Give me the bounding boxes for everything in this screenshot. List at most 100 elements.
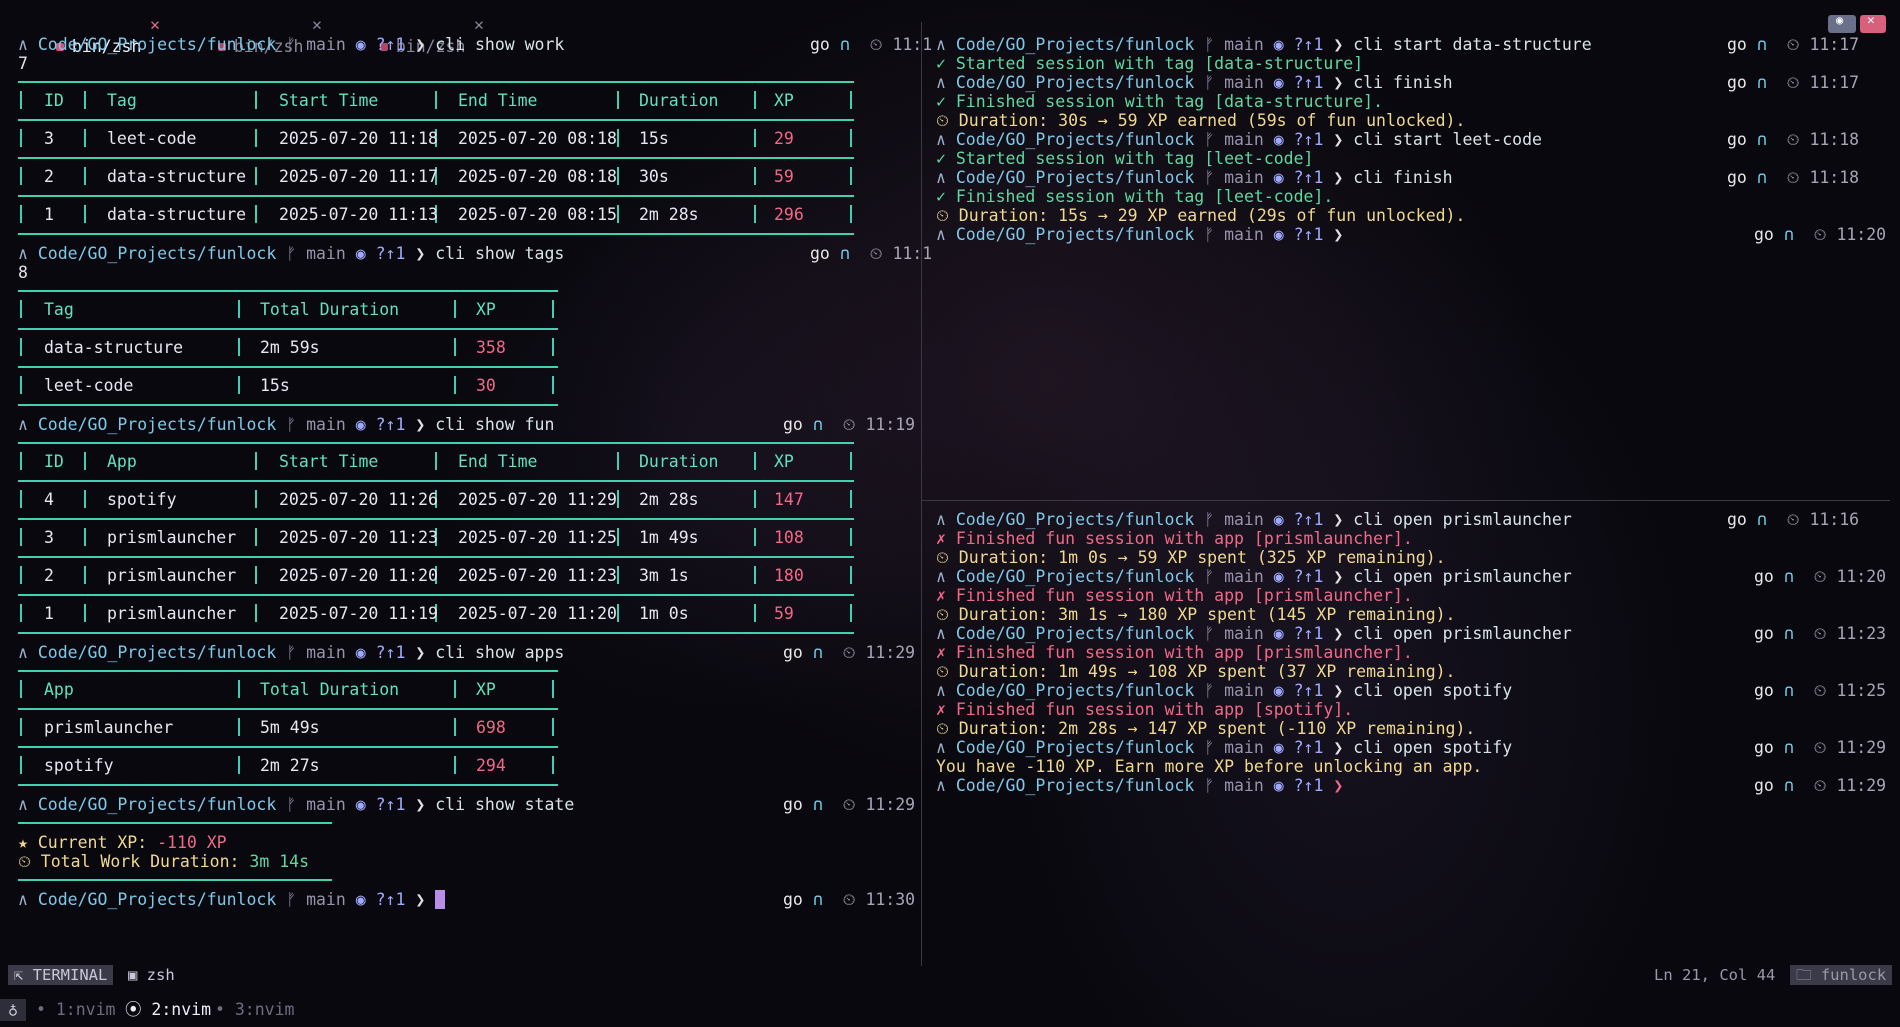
table-cell: 2025-07-20 08:18 xyxy=(458,129,617,148)
go-version: go xyxy=(1727,130,1757,149)
prompt-command: cli show apps xyxy=(435,643,565,662)
prompt-arrow: ❯ xyxy=(1323,776,1354,795)
cursor-position: Ln 21, Col 44 xyxy=(1654,966,1776,984)
go-version: go xyxy=(1727,73,1757,92)
prompt-directory: Code/GO_Projects/funlock xyxy=(37,415,277,434)
prompt-arrow: ❯ xyxy=(405,415,436,434)
prompt-arrow: ❯ xyxy=(1323,130,1354,149)
prompt-right-info: go ∩ ⏲ 11:29 xyxy=(1754,776,1886,795)
prompt-directory: Code/GO_Projects/funlock xyxy=(955,510,1195,529)
fun-table-row-border xyxy=(18,556,854,558)
tmux-window-1[interactable]: • 1:nvim xyxy=(36,999,115,1021)
nn-icon: ∩ xyxy=(1783,624,1814,643)
table-header-cell: XP xyxy=(476,300,496,319)
prompt-line-active: ∧ Code/GO_Projects/funlock ᚠ main ◉ ?↑1 … xyxy=(18,890,446,909)
tab-1-close-icon[interactable]: ✕ xyxy=(150,14,160,36)
work-table-row-border xyxy=(18,119,854,121)
prompt-branch: ᚠ main xyxy=(1194,738,1274,757)
table-cell: 2025-07-20 11:18 xyxy=(279,129,438,148)
project-badge[interactable]: 🗀 funlock xyxy=(1790,965,1893,985)
table-header-cell: XP xyxy=(476,680,496,699)
pane-divider-vertical[interactable] xyxy=(921,22,922,966)
prompt-git-status: ◉ ?↑1 xyxy=(1273,624,1324,643)
table-cell: 2025-07-20 08:18 xyxy=(458,167,617,186)
clock-icon: ⏲ xyxy=(1813,225,1837,244)
output-line: ⏲ Duration: 30s → 59 XP earned (59s of f… xyxy=(936,111,1466,130)
nn-icon: ∩ xyxy=(812,890,843,909)
prompt-directory: Code/GO_Projects/funlock xyxy=(37,244,277,263)
tab-3-close-icon[interactable]: ✕ xyxy=(474,14,484,36)
tab-1[interactable]: bin/zsh xyxy=(36,14,141,56)
output-line: ⏲ Duration: 15s → 29 XP earned (29s of f… xyxy=(936,206,1466,225)
prompt-time: 11:29 xyxy=(1836,776,1887,795)
prompt-time: 11:19 xyxy=(865,415,916,434)
prompt-branch: ᚠ main xyxy=(1194,776,1274,795)
table-cell-border xyxy=(552,680,554,698)
prompt-git-status: ◉ ?↑1 xyxy=(1273,168,1324,187)
tags-table-row-border xyxy=(18,404,558,406)
tmux-window-2[interactable]: ⦿ 2:nvim xyxy=(125,999,211,1021)
table-cell-border xyxy=(850,91,852,109)
work-table-row-border xyxy=(18,195,854,197)
prompt-branch: ᚠ main xyxy=(276,643,356,662)
table-cell-border xyxy=(617,528,619,546)
table-header-cell: App xyxy=(107,452,137,471)
prompt-caret: ∧ xyxy=(18,415,38,434)
prompt-caret: ∧ xyxy=(936,73,956,92)
prompt-caret: ∧ xyxy=(936,225,956,244)
tab-2[interactable]: bin/zsh xyxy=(198,14,303,56)
go-version: go xyxy=(783,890,813,909)
table-cell: 294 xyxy=(476,756,506,775)
nn-icon: ∩ xyxy=(1783,225,1814,244)
table-cell-border xyxy=(454,376,456,394)
clock-icon: ⏲ xyxy=(842,795,866,814)
prompt-command: cli show fun xyxy=(435,415,555,434)
tmux-window-3[interactable]: • 3:nvim xyxy=(215,999,294,1021)
prompt-right-info: go ∩ ⏲ 11:20 xyxy=(1754,225,1886,244)
terminal-badge[interactable]: ⇱ TERMINAL xyxy=(8,965,114,985)
table-cell: 2 xyxy=(44,566,54,585)
prompt-branch: ᚠ main xyxy=(276,35,356,54)
prompt-line: ∧ Code/GO_Projects/funlock ᚠ main ◉ ?↑1 … xyxy=(18,244,564,263)
output-line: ⏲ Duration: 2m 28s → 147 XP spent (-110 … xyxy=(936,719,1476,738)
prompt-branch: ᚠ main xyxy=(276,795,356,814)
table-cell-border xyxy=(754,167,756,185)
table-cell: 698 xyxy=(476,718,506,737)
prompt-right-info: go ∩ ⏲ 11:29 xyxy=(783,643,915,662)
tab-3[interactable]: bin/zsh xyxy=(360,14,465,56)
table-cell: 180 xyxy=(774,566,804,585)
prompt-command: cli open prismlauncher xyxy=(1353,510,1572,529)
prompt-directory: Code/GO_Projects/funlock xyxy=(955,624,1195,643)
table-cell-border xyxy=(850,604,852,622)
text-cursor[interactable] xyxy=(435,890,446,909)
table-cell-border xyxy=(84,604,86,622)
table-cell-border xyxy=(552,338,554,356)
prompt-command: cli open spotify xyxy=(1353,681,1513,700)
prompt-branch: ᚠ main xyxy=(1194,567,1274,586)
table-cell-border xyxy=(84,91,86,109)
prompt-git-status: ◉ ?↑1 xyxy=(1273,130,1324,149)
tab-2-close-icon[interactable]: ✕ xyxy=(312,14,322,36)
table-cell-border xyxy=(84,452,86,470)
table-header-cell: ID xyxy=(44,91,64,110)
table-cell-border xyxy=(454,756,456,774)
table-cell-border xyxy=(20,452,22,470)
table-cell: 29 xyxy=(774,129,794,148)
table-cell: prismlauncher xyxy=(107,528,237,547)
table-cell: 15s xyxy=(260,376,290,395)
go-version: go xyxy=(783,415,813,434)
output-line: ✗ Finished fun session with app [spotify… xyxy=(936,700,1354,719)
fun-table-row-border xyxy=(18,480,854,482)
table-cell: 2025-07-20 11:23 xyxy=(279,528,438,547)
table-cell-border xyxy=(84,167,86,185)
nn-icon: ∩ xyxy=(812,795,843,814)
prompt-git-status: ◉ ?↑1 xyxy=(355,795,406,814)
table-cell: 2025-07-20 11:13 xyxy=(279,205,438,224)
table-cell: 2025-07-20 08:15 xyxy=(458,205,617,224)
table-cell-border xyxy=(84,566,86,584)
prompt-directory: Code/GO_Projects/funlock xyxy=(955,35,1195,54)
prompt-line: ∧ Code/GO_Projects/funlock ᚠ main ◉ ?↑1 … xyxy=(18,35,564,54)
pane-divider-horizontal[interactable] xyxy=(922,500,1890,501)
prompt-time: 11:18 xyxy=(1809,130,1860,149)
prompt-arrow: ❯ xyxy=(1323,567,1354,586)
